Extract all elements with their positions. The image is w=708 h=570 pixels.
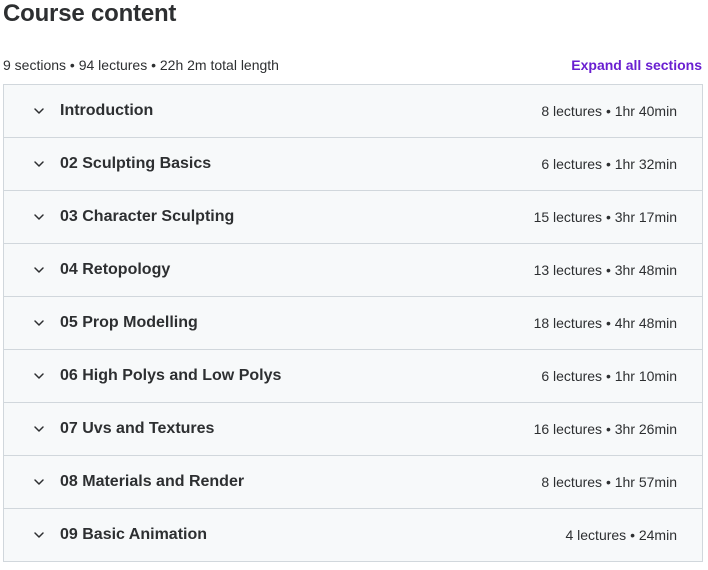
section-meta: 4 lectures • 24min [565, 527, 677, 543]
section-meta: 13 lectures • 3hr 48min [533, 262, 677, 278]
section-meta: 18 lectures • 4hr 48min [533, 315, 677, 331]
chevron-down-icon [32, 475, 46, 489]
section-meta: 8 lectures • 1hr 57min [541, 474, 677, 490]
section-meta: 6 lectures • 1hr 32min [541, 156, 677, 172]
chevron-down-icon [32, 316, 46, 330]
chevron-down-icon [32, 369, 46, 383]
section-meta: 16 lectures • 3hr 26min [533, 421, 677, 437]
section-title: 03 Character Sculpting [60, 208, 235, 225]
section-item[interactable]: 03 Character Sculpting 15 lectures • 3hr… [4, 191, 702, 244]
section-title: 04 Retopology [60, 261, 171, 278]
page-title: Course content [3, 0, 177, 27]
chevron-down-icon [32, 157, 46, 171]
section-item[interactable]: 06 High Polys and Low Polys 6 lectures •… [4, 350, 702, 403]
chevron-down-icon [32, 210, 46, 224]
section-title: 09 Basic Animation [60, 526, 208, 543]
expand-all-button[interactable]: Expand all sections [571, 57, 702, 73]
section-item[interactable]: Introduction 8 lectures • 1hr 40min [4, 85, 702, 138]
chevron-down-icon [32, 263, 46, 277]
section-item[interactable]: 07 Uvs and Textures 16 lectures • 3hr 26… [4, 403, 702, 456]
chevron-down-icon [32, 104, 46, 118]
section-title: 08 Materials and Render [60, 473, 245, 490]
course-summary: 9 sections • 94 lectures • 22h 2m total … [3, 57, 279, 73]
section-item[interactable]: 02 Sculpting Basics 6 lectures • 1hr 32m… [4, 138, 702, 191]
section-title: 07 Uvs and Textures [60, 420, 215, 437]
section-title: 06 High Polys and Low Polys [60, 367, 282, 384]
course-content-panel: Course content 9 sections • 94 lectures … [0, 0, 708, 570]
section-list: Introduction 8 lectures • 1hr 40min 02 S… [3, 84, 703, 562]
section-item[interactable]: 09 Basic Animation 4 lectures • 24min [4, 509, 702, 561]
section-meta: 15 lectures • 3hr 17min [533, 209, 677, 225]
section-item[interactable]: 08 Materials and Render 8 lectures • 1hr… [4, 456, 702, 509]
summary-row: 9 sections • 94 lectures • 22h 2m total … [3, 55, 702, 75]
chevron-down-icon [32, 528, 46, 542]
section-meta: 6 lectures • 1hr 10min [541, 368, 677, 384]
section-item[interactable]: 05 Prop Modelling 18 lectures • 4hr 48mi… [4, 297, 702, 350]
section-title: 02 Sculpting Basics [60, 155, 212, 172]
section-meta: 8 lectures • 1hr 40min [541, 103, 677, 119]
section-title: Introduction [60, 102, 154, 119]
section-item[interactable]: 04 Retopology 13 lectures • 3hr 48min [4, 244, 702, 297]
section-title: 05 Prop Modelling [60, 314, 198, 331]
chevron-down-icon [32, 422, 46, 436]
